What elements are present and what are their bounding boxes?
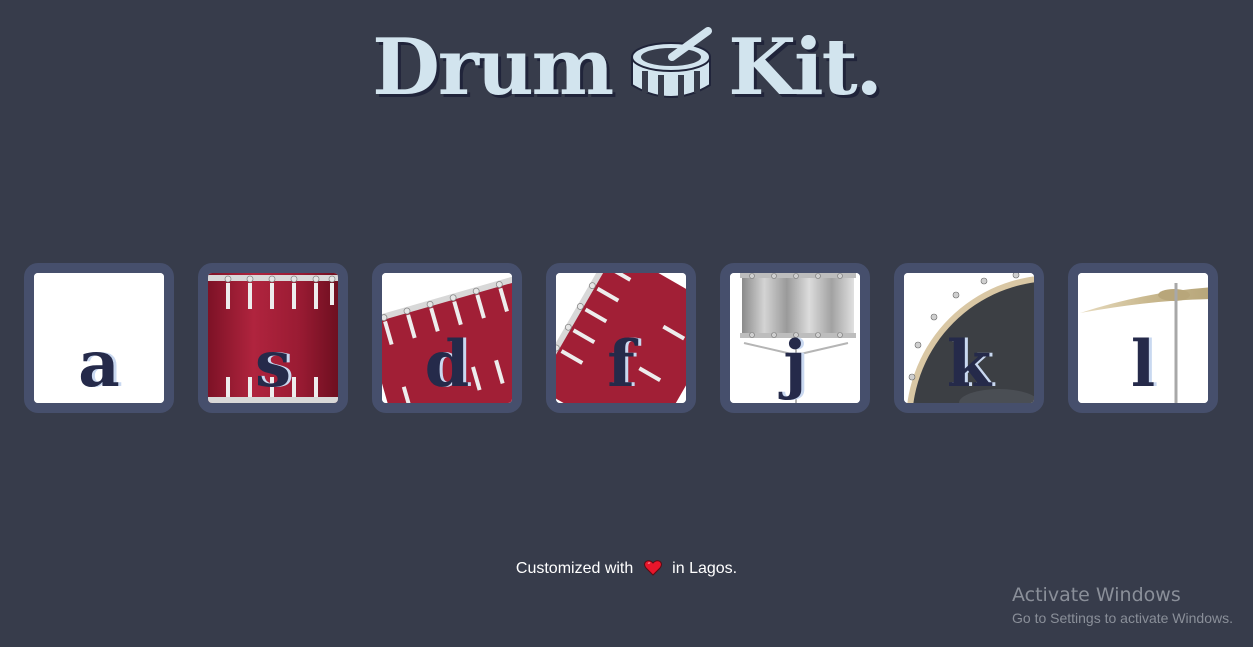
drum-key-label: k [946,327,992,402]
drum-key-label: a [78,327,120,402]
drum-icon [631,27,713,99]
drum-button-f[interactable]: f [546,263,696,413]
drum-button-l[interactable]: l [1068,263,1218,413]
drum-key-label: j [783,327,807,402]
footer-credit: Customized with in Lagos. [0,560,1253,578]
title-drum-word: Drum [372,21,614,113]
drum-key-label: l [1130,327,1156,402]
drum-button-d[interactable]: d [372,263,522,413]
heart-icon [643,560,662,576]
drum-key-label: f [607,327,635,402]
drum-button-a[interactable]: a [24,263,174,413]
drum-button-k[interactable]: k [894,263,1044,413]
footer-suffix: in Lagos. [672,560,738,577]
title-kit-word: Kit [728,21,857,113]
watermark-title: Activate Windows [1012,584,1181,606]
watermark-subtitle: Go to Settings to activate Windows. [1012,610,1233,626]
drum-button-s[interactable]: s [198,263,348,413]
drum-key-label: s [254,327,292,402]
page-title: Drum Kit. [0,21,1253,113]
drum-button-j[interactable]: j [720,263,870,413]
drum-set: a s d f j k l [24,263,1218,413]
title-dot: . [855,21,883,113]
activate-windows-watermark: Activate Windows Go to Settings to activ… [1012,584,1233,626]
drum-key-label: d [424,327,470,402]
footer-prefix: Customized with [515,560,634,577]
